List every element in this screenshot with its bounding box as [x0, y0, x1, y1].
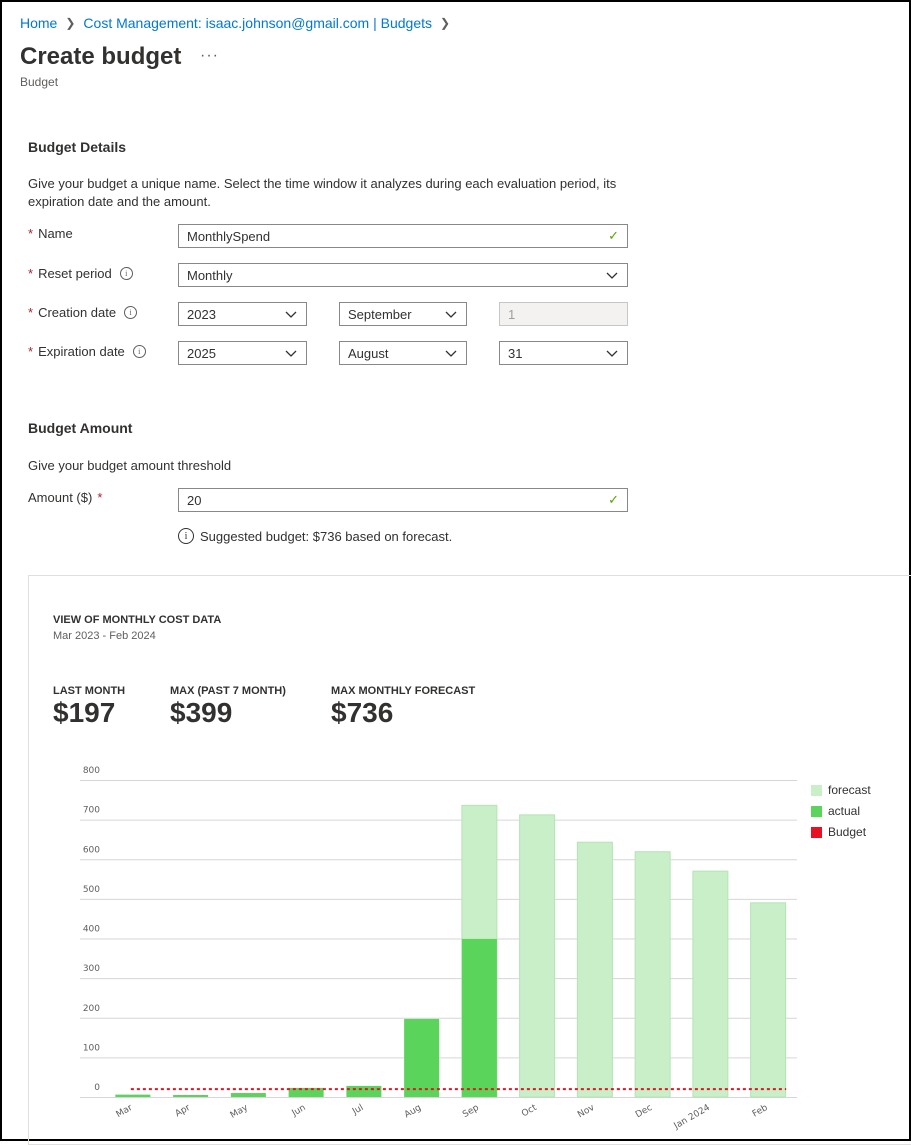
x-tick-label: Oct: [520, 1103, 539, 1120]
x-tick-label: Jan 2024: [672, 1103, 712, 1132]
y-tick-label: 500: [83, 885, 100, 895]
x-tick-label: Aug: [403, 1103, 423, 1120]
y-tick-label: 700: [83, 806, 100, 816]
x-tick-label: Jun: [290, 1103, 308, 1119]
y-tick-label: 200: [83, 1004, 100, 1014]
y-tick-label: 800: [83, 766, 100, 776]
x-tick-label: May: [229, 1103, 251, 1121]
x-tick-label: Dec: [634, 1103, 654, 1120]
y-tick-label: 100: [83, 1043, 100, 1053]
actual-bar: [404, 1018, 440, 1097]
forecast-bar: [519, 814, 556, 1098]
y-tick-label: 300: [83, 964, 100, 974]
actual-bar: [115, 1094, 151, 1097]
forecast-bar: [692, 870, 729, 1098]
x-tick-label: Mar: [115, 1103, 135, 1120]
actual-bar: [173, 1095, 209, 1097]
actual-bar: [230, 1093, 266, 1097]
monthly-cost-chart: 0 100 200 300 400 500 600 700 800 Mar Apr May Jun Jul…: [80, 766, 797, 1132]
forecast-bar: [750, 902, 787, 1098]
actual-bar: [461, 938, 497, 1097]
x-tick-label: Apr: [174, 1103, 193, 1120]
forecast-bar: [576, 841, 613, 1098]
x-tick-label: Feb: [751, 1103, 770, 1120]
y-tick-label: 600: [83, 845, 100, 855]
forecast-bar: [634, 851, 671, 1098]
x-tick-label: Jul: [350, 1103, 365, 1118]
y-tick-label: 400: [83, 925, 100, 935]
x-tick-label: Sep: [461, 1103, 481, 1120]
y-tick-label: 0: [94, 1083, 100, 1093]
x-tick-label: Nov: [576, 1103, 597, 1121]
actual-bar: [346, 1085, 382, 1097]
